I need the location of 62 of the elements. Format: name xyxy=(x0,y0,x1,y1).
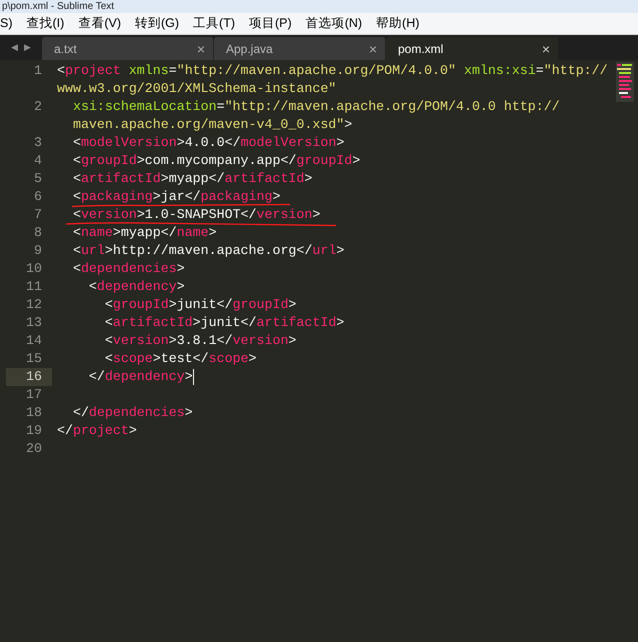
menu-item[interactable]: 首选项(N) xyxy=(300,14,368,33)
code-line: </dependencies> xyxy=(72,406,193,420)
line-number: 3 xyxy=(34,135,42,150)
line-number: 11 xyxy=(26,279,42,294)
line-number: 5 xyxy=(34,171,42,186)
code-line: <project xmlns="http://maven.apache.org/POM/4.0.0" xmlns:xsi="http:// xyxy=(57,64,608,78)
code-line: <url>http://maven.apache.org</url> xyxy=(72,244,344,258)
line-number: 19 xyxy=(26,423,42,438)
line-number: 17 xyxy=(26,387,42,402)
code-line: </project> xyxy=(57,424,137,438)
menu-item[interactable]: 帮助(H) xyxy=(370,14,426,33)
tab[interactable]: App.java × xyxy=(214,37,386,60)
code-line: <name>myapp</name> xyxy=(72,226,217,240)
menu-item[interactable]: 查看(V) xyxy=(72,14,127,33)
tab-label: pom.xml xyxy=(398,40,444,58)
menu-item[interactable]: S) xyxy=(0,14,20,33)
line-number: 1 xyxy=(34,63,42,78)
close-icon[interactable]: × xyxy=(196,42,205,56)
line-number: 9 xyxy=(34,243,42,258)
code-line: </dependency> xyxy=(88,370,193,384)
close-icon[interactable]: × xyxy=(368,42,377,56)
line-number: 13 xyxy=(26,315,42,330)
code-line: <groupId>com.mycompany.app</groupId> xyxy=(72,154,360,168)
back-button[interactable]: ◀ xyxy=(11,40,18,54)
menu-item[interactable]: 项目(P) xyxy=(243,14,298,33)
line-number: 18 xyxy=(26,405,42,420)
close-icon[interactable]: × xyxy=(542,42,550,56)
code-line: <packaging>jar</packaging> xyxy=(72,190,280,204)
code-line: www.w3.org/2001/XMLSchema-instance" xyxy=(57,82,336,96)
code-line: <modelVersion>4.0.0</modelVersion> xyxy=(72,136,344,150)
line-number: 12 xyxy=(26,297,42,312)
line-number: 14 xyxy=(26,333,42,348)
line-number: 8 xyxy=(34,225,42,240)
code-line: maven.apache.org/maven-v4_0_0.xsd"> xyxy=(72,118,352,132)
code-line: <dependencies> xyxy=(72,262,185,276)
minimap-drawing[interactable] xyxy=(616,62,634,102)
code-line: <artifactId>junit</artifactId> xyxy=(104,316,344,330)
line-number: 2 xyxy=(34,99,42,114)
menu-item[interactable]: 转到(G) xyxy=(128,14,186,33)
line-number: 6 xyxy=(34,189,42,204)
tab[interactable]: a.txt × xyxy=(42,37,214,60)
menu-item[interactable]: 工具(T) xyxy=(187,14,242,33)
code-line: <version>3.8.1</version> xyxy=(104,334,296,348)
line-number: 7 xyxy=(34,207,42,222)
menu-item[interactable]: 查找(I) xyxy=(20,14,70,33)
line-number: 20 xyxy=(26,441,42,456)
line-number: 16 xyxy=(26,369,42,384)
code-line: xsi:schemaLocation="http://maven.apache.org/POM/4.0.0 http:// xyxy=(72,100,560,114)
window-title: p\pom.xml - Sublime Text xyxy=(2,0,114,12)
line-number: 10 xyxy=(26,261,42,276)
line-number: 15 xyxy=(26,351,42,366)
line-number: 4 xyxy=(34,153,42,168)
forward-button[interactable]: ▶ xyxy=(24,40,31,54)
tab-label: a.txt xyxy=(54,40,77,58)
code-line: <groupId>junit</groupId> xyxy=(104,298,296,312)
text-cursor xyxy=(192,369,194,385)
code-line: <scope>test</scope> xyxy=(104,352,257,366)
tab[interactable]: pom.xml × xyxy=(386,37,558,60)
code-line: <version>1.0-SNAPSHOT</version> xyxy=(72,208,320,222)
code-line: <artifactId>myapp</artifactId> xyxy=(72,172,312,186)
tab-label: App.java xyxy=(226,40,273,58)
code-line: <dependency> xyxy=(88,280,185,294)
